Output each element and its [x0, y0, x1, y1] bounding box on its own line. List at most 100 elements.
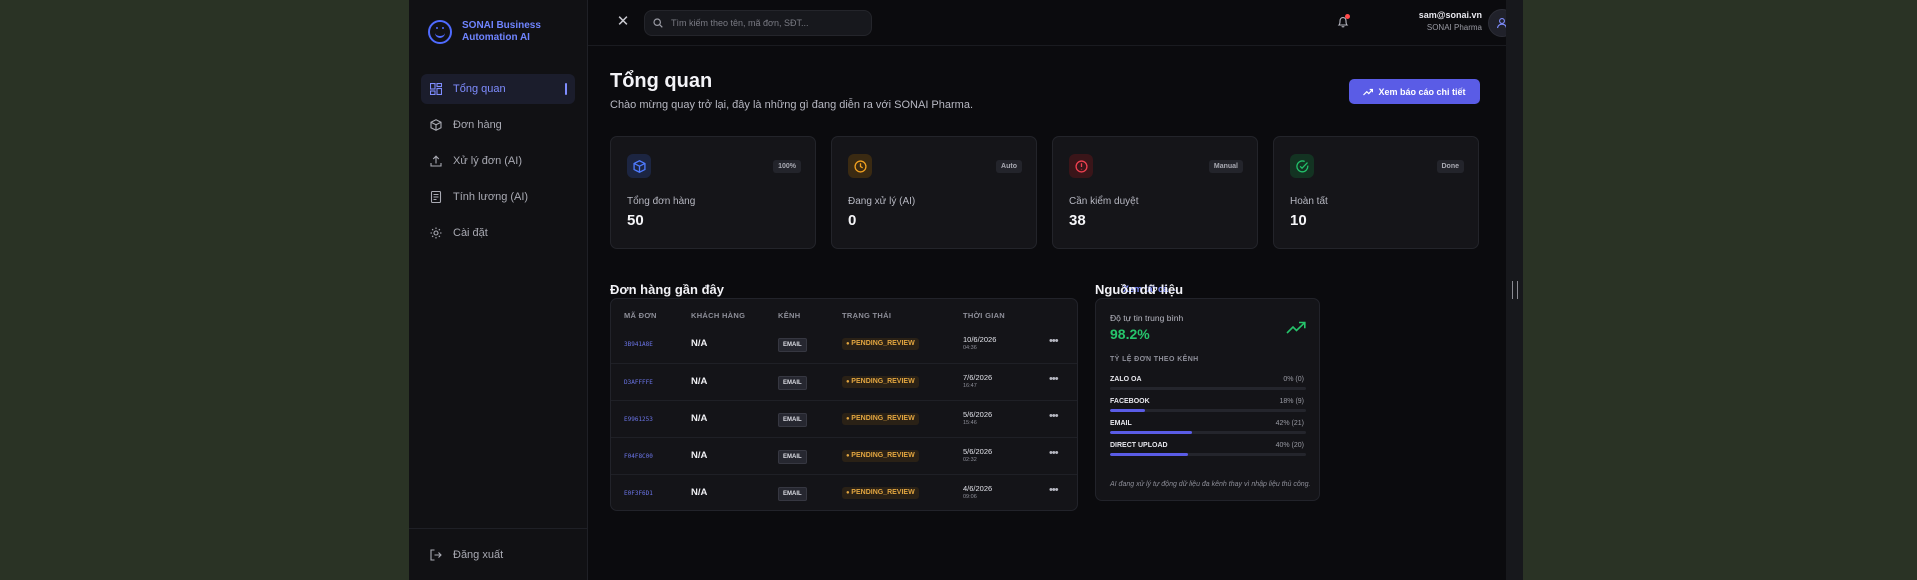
- logout-label: Đăng xuất: [453, 548, 504, 561]
- table-row[interactable]: D3AFFFFE N/A EMAIL PENDING_REVIEW 7/6/20…: [611, 363, 1077, 401]
- channel-badge: EMAIL: [778, 450, 807, 464]
- stat-badge: Done: [1436, 160, 1464, 173]
- sidebar-item-settings[interactable]: Cài đặt: [421, 218, 575, 248]
- column-header[interactable]: KÊNH: [778, 311, 800, 320]
- channel-progress-fill: [1110, 409, 1146, 412]
- view-report-button[interactable]: Xem báo cáo chi tiết: [1349, 79, 1480, 104]
- customer-name: N/A: [691, 413, 708, 424]
- channel-badge: EMAIL: [778, 487, 807, 501]
- order-id[interactable]: E9961253: [624, 416, 653, 423]
- more-options-icon[interactable]: •••: [1049, 447, 1059, 459]
- close-icon[interactable]: ✕: [616, 14, 630, 29]
- status-badge: PENDING_REVIEW: [842, 487, 919, 499]
- channel-value: 42% (21): [1275, 420, 1304, 427]
- order-id[interactable]: E0F3F6D1: [624, 490, 653, 497]
- column-header[interactable]: THỜI GIAN: [963, 311, 1005, 320]
- brand[interactable]: SONAI Business Automation AI: [409, 0, 587, 64]
- table-row[interactable]: E0F3F6D1 N/A EMAIL PENDING_REVIEW 4/6/20…: [611, 474, 1077, 510]
- more-options-icon[interactable]: •••: [1049, 410, 1059, 422]
- order-date: 10/6/2026: [963, 335, 997, 344]
- user-email: sam@sonai.vn: [1418, 10, 1482, 20]
- channel-badge: EMAIL: [778, 376, 807, 390]
- search-box[interactable]: [644, 10, 872, 36]
- sidebar-item-label: Tính lương (AI): [453, 191, 529, 203]
- customer-name: N/A: [691, 376, 708, 387]
- sidebar: SONAI Business Automation AI Tổng quan Đ…: [409, 0, 588, 580]
- channel-name: ZALO OA: [1110, 376, 1142, 383]
- logout-icon: [429, 548, 443, 562]
- more-options-icon[interactable]: •••: [1049, 335, 1059, 347]
- customer-name: N/A: [691, 338, 708, 349]
- channel-progress-bar: [1110, 409, 1306, 412]
- channel-name: DIRECT UPLOAD: [1110, 442, 1168, 449]
- stat-card-completed[interactable]: Done Hoàn tất 10: [1273, 136, 1479, 249]
- stat-value: 10: [1290, 212, 1307, 229]
- clock-icon: [848, 154, 872, 178]
- sidebar-item-label: Xử lý đơn (AI): [453, 155, 522, 167]
- column-header[interactable]: TRẠNG THÁI: [842, 311, 891, 320]
- stat-value: 38: [1069, 212, 1086, 229]
- sidebar-item-overview[interactable]: Tổng quan: [421, 74, 575, 104]
- user-info[interactable]: sam@sonai.vn SONAI Pharma: [1361, 10, 1482, 32]
- more-options-icon[interactable]: •••: [1049, 373, 1059, 385]
- confidence-value: 98.2%: [1110, 326, 1150, 342]
- order-date: 5/6/2026: [963, 447, 993, 456]
- trend-up-icon: [1286, 321, 1306, 334]
- search-input[interactable]: [669, 17, 853, 29]
- order-time: 04:36: [963, 345, 977, 351]
- ai-note: AI đang xử lý tự động dữ liệu đa kênh th…: [1110, 481, 1311, 488]
- sidebar-item-orders[interactable]: Đơn hàng: [421, 110, 575, 140]
- trend-up-icon: [1363, 88, 1374, 95]
- app-window: SONAI Business Automation AI Tổng quan Đ…: [409, 0, 1523, 580]
- status-badge: PENDING_REVIEW: [842, 450, 919, 462]
- recent-orders-title: Đơn hàng gần đây: [610, 282, 724, 297]
- status-badge: PENDING_REVIEW: [842, 376, 919, 388]
- status-badge: PENDING_REVIEW: [842, 338, 919, 350]
- stat-badge: Manual: [1208, 160, 1243, 173]
- notification-dot: [1345, 14, 1350, 19]
- table-row[interactable]: 3B941A8E N/A EMAIL PENDING_REVIEW 10/6/2…: [611, 326, 1077, 363]
- logout-button[interactable]: Đăng xuất: [409, 528, 587, 580]
- check-circle-icon: [1290, 154, 1314, 178]
- stat-card-needs-review[interactable]: Manual Cần kiểm duyệt 38: [1052, 136, 1258, 249]
- table-row[interactable]: E9961253 N/A EMAIL PENDING_REVIEW 5/6/20…: [611, 400, 1077, 438]
- channel-value: 40% (20): [1275, 442, 1304, 449]
- column-header[interactable]: MÃ ĐƠN: [624, 311, 657, 320]
- table-row[interactable]: F04F8C00 N/A EMAIL PENDING_REVIEW 5/6/20…: [611, 437, 1077, 475]
- order-id[interactable]: F04F8C00: [624, 453, 653, 460]
- channel-value: 0% (0): [1283, 376, 1304, 383]
- stat-card-processing[interactable]: Auto Đang xử lý (AI) 0: [831, 136, 1037, 249]
- page-subtitle: Chào mừng quay trở lại, đây là những gì …: [610, 99, 974, 111]
- sidebar-item-label: Đơn hàng: [453, 119, 502, 131]
- stat-card-total-orders[interactable]: 100% Tổng đơn hàng 50: [610, 136, 816, 249]
- stat-badge: Auto: [996, 160, 1022, 173]
- data-sources-card: Độ tự tin trung bình 98.2% TỶ LỆ ĐƠN THE…: [1095, 298, 1320, 501]
- stats-row: 100% Tổng đơn hàng 50 Auto Đang xử lý (A…: [610, 136, 1479, 249]
- stat-label: Tổng đơn hàng: [627, 196, 696, 207]
- sidebar-item-label: Tổng quan: [453, 83, 506, 95]
- dashboard-icon: [429, 82, 443, 96]
- sidebar-item-payroll[interactable]: Tính lương (AI): [421, 182, 575, 212]
- stat-label: Cần kiểm duyệt: [1069, 196, 1139, 207]
- column-header[interactable]: KHÁCH HÀNG: [691, 311, 745, 320]
- notification-bell-icon[interactable]: [1337, 14, 1350, 33]
- order-id[interactable]: D3AFFFFE: [624, 379, 653, 386]
- channel-badge: EMAIL: [778, 338, 807, 352]
- orders-table: MÃ ĐƠN KHÁCH HÀNG KÊNH TRẠNG THÁI THỜI G…: [610, 298, 1078, 511]
- order-id[interactable]: 3B941A8E: [624, 341, 653, 348]
- channel-badge: EMAIL: [778, 413, 807, 427]
- stat-label: Hoàn tất: [1290, 196, 1328, 207]
- resize-handle[interactable]: [1512, 281, 1518, 299]
- sidebar-item-label: Cài đặt: [453, 227, 488, 239]
- more-options-icon[interactable]: •••: [1049, 484, 1059, 496]
- channel-ratio-title: TỶ LỆ ĐƠN THEO KÊNH: [1110, 356, 1199, 363]
- order-time: 02:32: [963, 457, 977, 463]
- order-time: 09:06: [963, 494, 977, 500]
- stat-value: 50: [627, 212, 644, 229]
- customer-name: N/A: [691, 450, 708, 461]
- channel-name: FACEBOOK: [1110, 398, 1150, 405]
- data-sources-title: Nguồn dữ liệu: [1095, 282, 1184, 297]
- channel-progress-bar: [1110, 387, 1306, 390]
- sidebar-item-ai-processing[interactable]: Xử lý đơn (AI): [421, 146, 575, 176]
- channel-progress-fill: [1110, 453, 1189, 456]
